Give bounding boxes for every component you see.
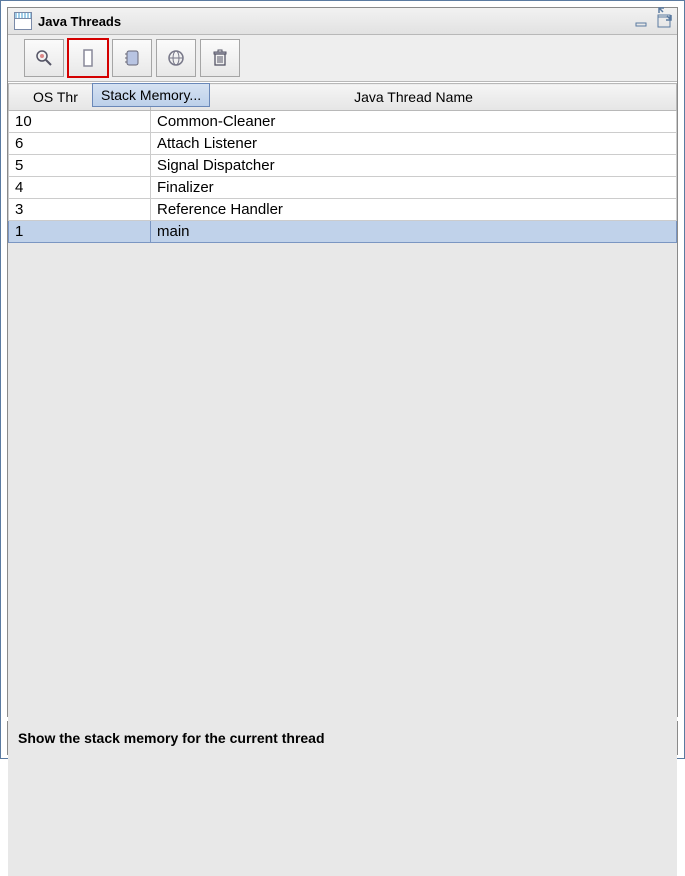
globe-button[interactable] <box>156 39 196 77</box>
status-text: Show the stack memory for the current th… <box>18 730 325 746</box>
threads-table[interactable]: OS Thr Java Thread Name 10Common-Cleaner… <box>8 83 677 243</box>
cell-os-thread: 1 <box>9 221 151 243</box>
cell-thread-name: Common-Cleaner <box>151 111 677 133</box>
cell-thread-name: Reference Handler <box>151 199 677 221</box>
cell-os-thread: 4 <box>9 177 151 199</box>
table-row[interactable]: 1main <box>9 221 677 243</box>
threads-table-area: OS Thr Java Thread Name 10Common-Cleaner… <box>8 82 677 716</box>
cell-os-thread: 5 <box>9 155 151 177</box>
table-row[interactable]: 6Attach Listener <box>9 133 677 155</box>
cell-os-thread: 10 <box>9 111 151 133</box>
trash-icon <box>210 48 230 68</box>
notebook-icon <box>122 48 142 68</box>
java-threads-panel: Java Threads <box>7 7 678 717</box>
titlebar: Java Threads <box>8 8 677 35</box>
panel-title: Java Threads <box>38 14 629 29</box>
cell-thread-name: Attach Listener <box>151 133 677 155</box>
stack-icon <box>78 48 98 68</box>
cell-thread-name: Finalizer <box>151 177 677 199</box>
toolbar: Stack Memory... <box>8 35 677 82</box>
table-row[interactable]: 3Reference Handler <box>9 199 677 221</box>
cell-thread-name: Signal Dispatcher <box>151 155 677 177</box>
magnifier-icon <box>34 48 54 68</box>
table-row[interactable]: 10Common-Cleaner <box>9 111 677 133</box>
stack-memory-button[interactable] <box>68 39 108 77</box>
maximize-icon[interactable] <box>657 14 671 28</box>
column-java-thread-name[interactable]: Java Thread Name <box>151 84 677 111</box>
table-empty-area <box>8 243 677 876</box>
cell-os-thread: 3 <box>9 199 151 221</box>
cell-thread-name: main <box>151 221 677 243</box>
notebook-button[interactable] <box>112 39 152 77</box>
window-icon <box>14 12 32 30</box>
table-row[interactable]: 5Signal Dispatcher <box>9 155 677 177</box>
find-button[interactable] <box>24 39 64 77</box>
globe-icon <box>166 48 186 68</box>
table-row[interactable]: 4Finalizer <box>9 177 677 199</box>
delete-button[interactable] <box>200 39 240 77</box>
tooltip: Stack Memory... <box>92 83 210 107</box>
minimize-icon[interactable] <box>635 14 649 28</box>
cell-os-thread: 6 <box>9 133 151 155</box>
